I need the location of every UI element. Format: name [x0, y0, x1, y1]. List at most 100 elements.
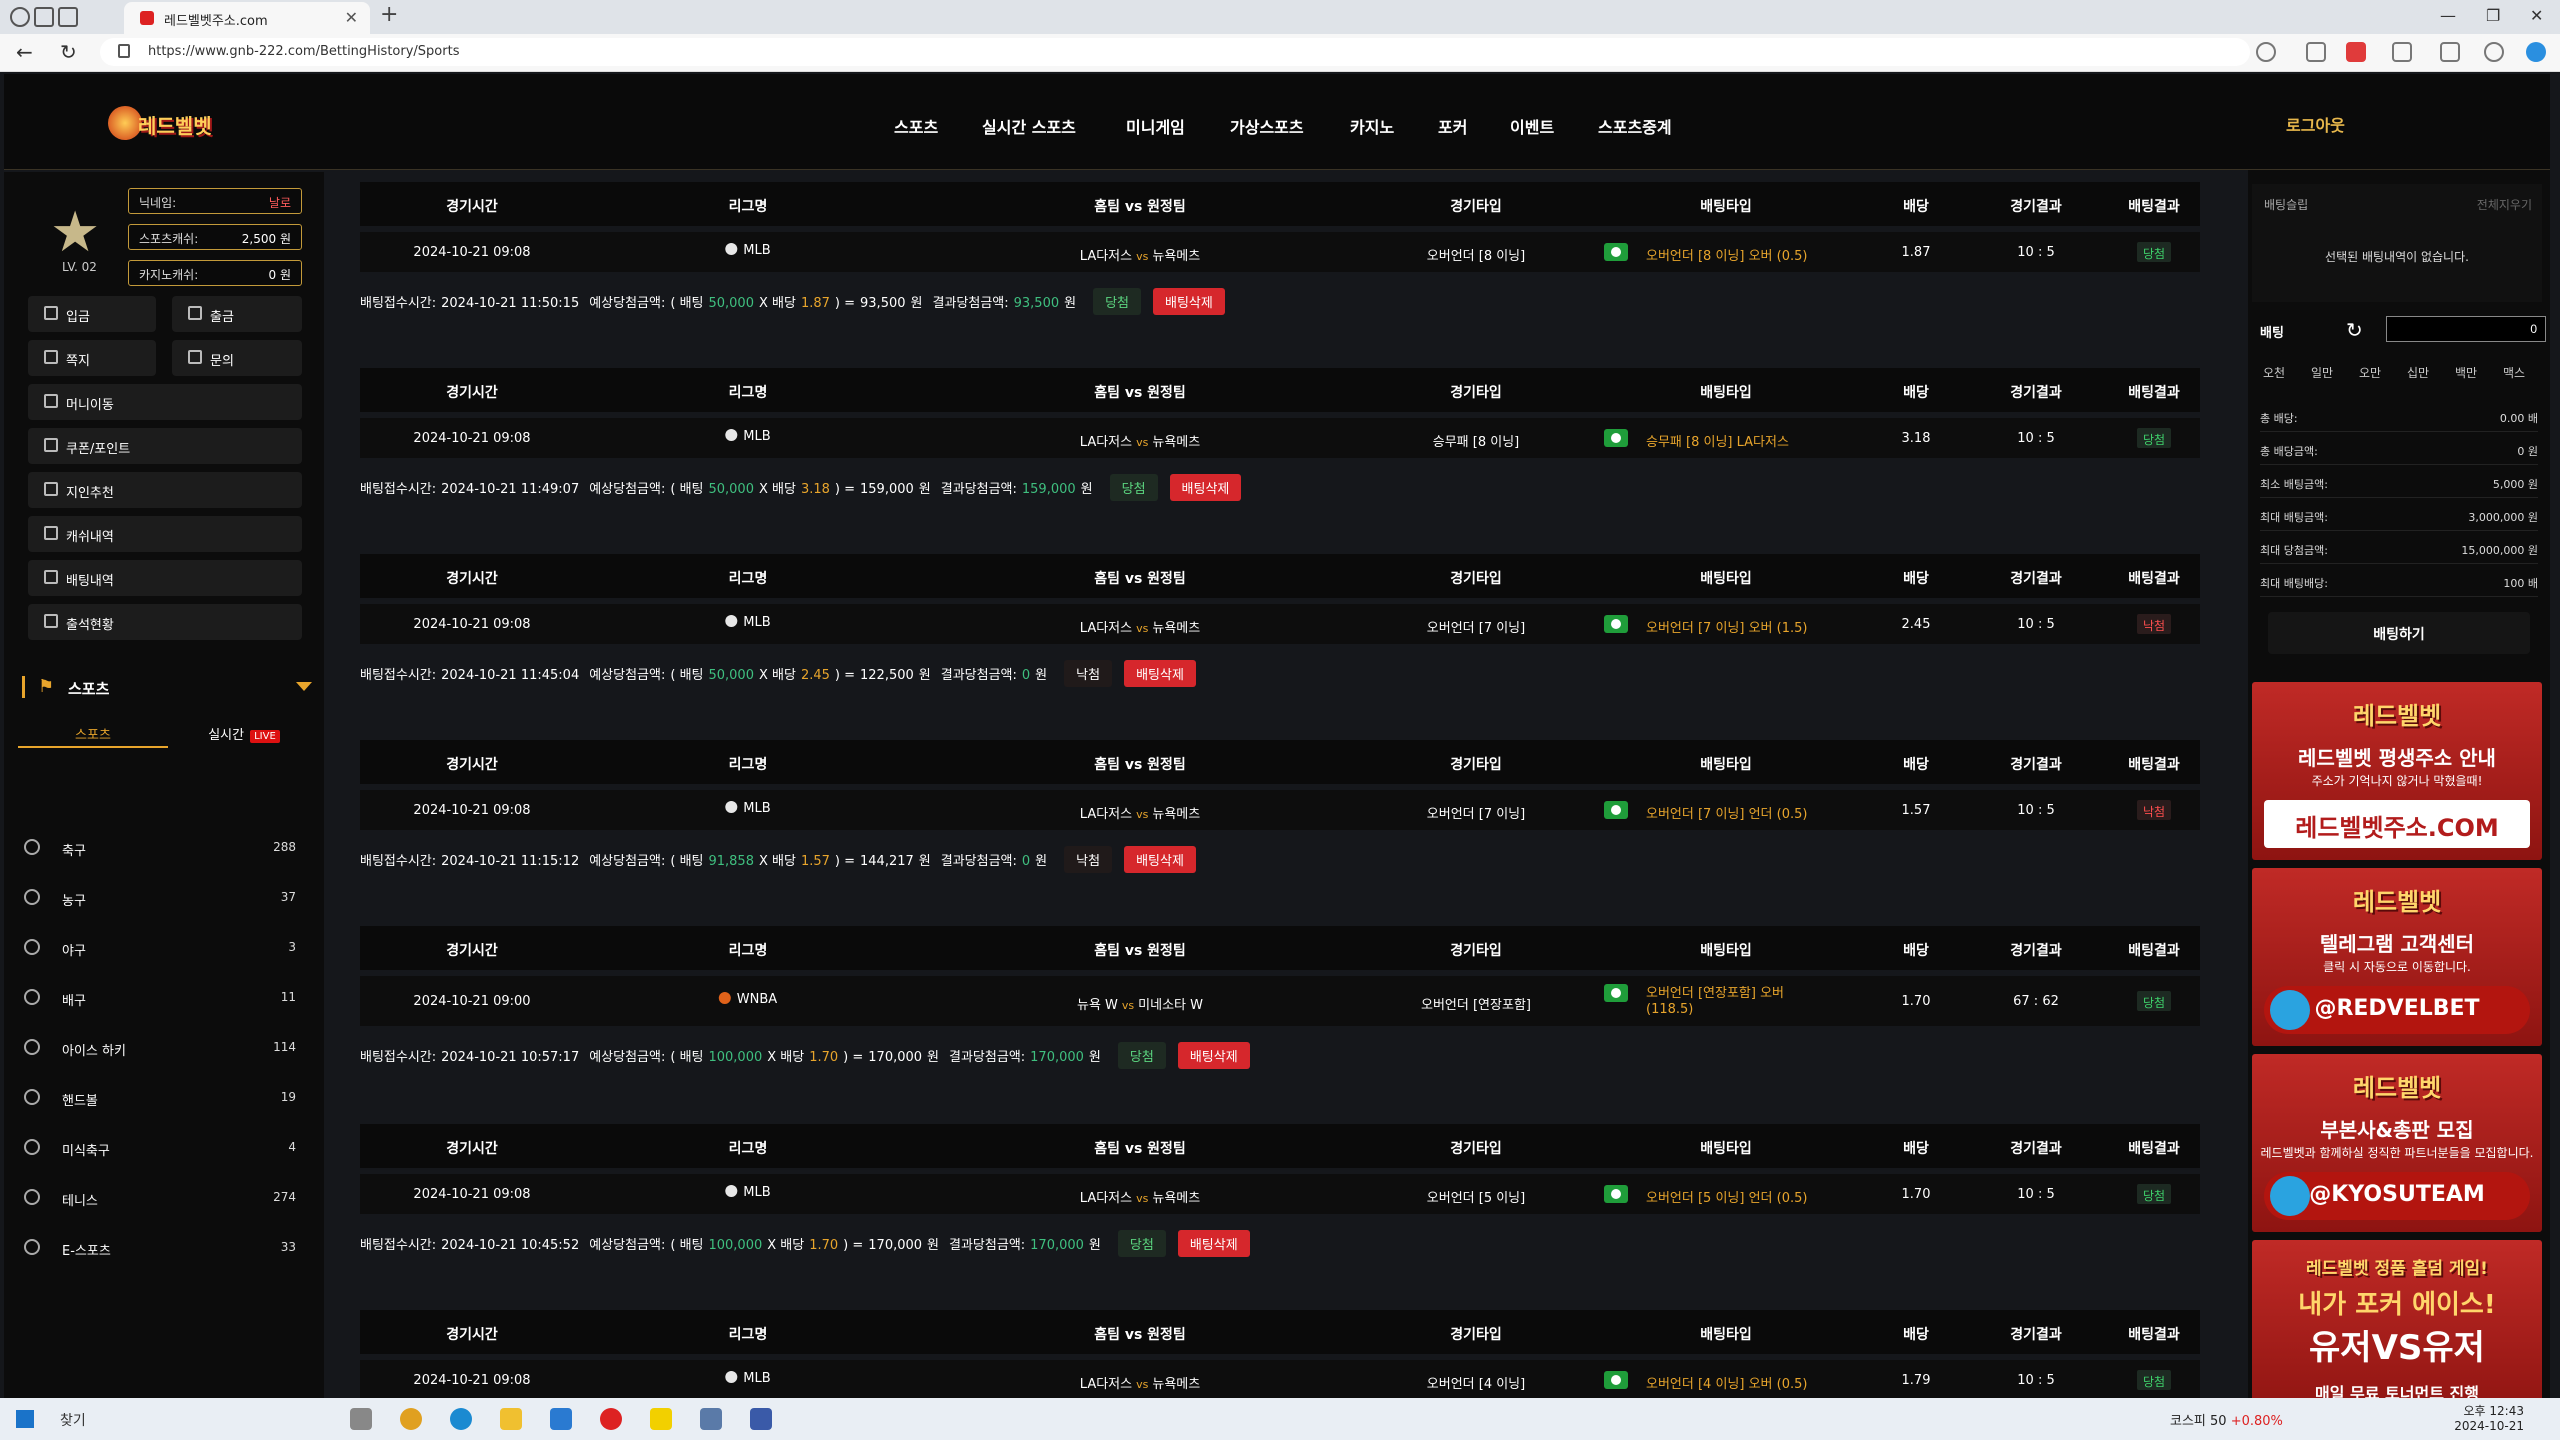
place-bet-button[interactable]: 배팅하기: [2268, 612, 2530, 654]
chevron-down-icon[interactable]: [296, 682, 312, 691]
workspaces-icon[interactable]: [34, 7, 54, 27]
url-field[interactable]: https://www.gnb-222.com/BettingHistory/S…: [100, 38, 2250, 66]
eye-icon[interactable]: [1604, 801, 1628, 819]
nav-event[interactable]: 이벤트: [1510, 114, 1554, 138]
kakaotalk-icon[interactable]: [650, 1408, 672, 1430]
amount-button-1m[interactable]: 백만: [2444, 364, 2488, 381]
taskbar-search[interactable]: 찾기: [60, 1410, 86, 1430]
referral-button[interactable]: 지인추천: [28, 472, 302, 508]
sport-item[interactable]: 미식축구 4: [18, 1128, 308, 1168]
cash-history-button[interactable]: 캐쉬내역: [28, 516, 302, 552]
promo-banner[interactable]: 레드벨벳 텔레그램 고객센터 클릭 시 자동으로 이동합니다. @REDVELBET: [2252, 868, 2542, 1046]
delete-bet-button[interactable]: 배팅삭제: [1153, 288, 1225, 315]
copilot-icon[interactable]: [2526, 42, 2546, 62]
close-window-icon[interactable]: ✕: [2530, 6, 2543, 25]
promo-banner[interactable]: 레드벨벳 레드벨벳 평생주소 안내 주소가 기억나지 않거나 막혔을때! 레드벨벳주소…: [2252, 682, 2542, 860]
reset-icon[interactable]: ↻: [2346, 318, 2363, 342]
back-icon[interactable]: ←: [16, 40, 33, 64]
amount-button-100k[interactable]: 십만: [2396, 364, 2440, 381]
sport-item[interactable]: 테니스 274: [18, 1178, 308, 1218]
message-button[interactable]: 쪽지: [28, 340, 156, 376]
coupon-button[interactable]: 쿠폰/포인트: [28, 428, 302, 464]
stock-widget[interactable]: 코스피 50 +0.80%: [2170, 1410, 2283, 1429]
more-icon[interactable]: [2484, 42, 2504, 62]
eye-icon[interactable]: [1604, 984, 1628, 1002]
extensions-icon[interactable]: [2392, 42, 2412, 62]
sport-icon: [24, 1239, 40, 1255]
refresh-icon[interactable]: ↻: [60, 40, 77, 64]
promo-banner[interactable]: 레드벨벳 부본사&총판 모집 레드벨벳과 함께하실 정직한 파트너분들을 모집합니다…: [2252, 1054, 2542, 1232]
new-tab-icon[interactable]: +: [380, 2, 398, 27]
delete-bet-button[interactable]: 배팅삭제: [1124, 846, 1196, 873]
eye-icon[interactable]: [1604, 1371, 1628, 1389]
clear-all-button[interactable]: 전체지우기: [2477, 196, 2532, 213]
calculator-icon[interactable]: [750, 1408, 772, 1430]
favorite-star-icon[interactable]: [2256, 42, 2276, 62]
amount-button-max[interactable]: 맥스: [2492, 364, 2536, 381]
delete-bet-button[interactable]: 배팅삭제: [1169, 474, 1242, 501]
promo-banner[interactable]: 레드벨벳 정품 홀덤 게임! 내가 포커 에이스! 유저VS유저 매일 무료 토너먼트…: [2252, 1240, 2542, 1398]
attendance-button[interactable]: 출석현황: [28, 604, 302, 640]
col-score: 경기결과: [2010, 757, 2062, 773]
amount-button-50k[interactable]: 오만: [2348, 364, 2392, 381]
tab-sports[interactable]: 스포츠: [18, 718, 168, 748]
nav-sports-broadcast[interactable]: 스포츠중계: [1598, 114, 1672, 138]
app-icon[interactable]: [700, 1408, 722, 1430]
sport-item[interactable]: 아이스 하키 114: [18, 1028, 308, 1068]
logout-button[interactable]: 로그아웃: [2286, 112, 2345, 136]
summary-result-badge: 당첨: [1117, 1042, 1166, 1069]
profile-icon[interactable]: [10, 7, 30, 27]
maximize-icon[interactable]: ❐: [2486, 6, 2500, 25]
withdraw-button[interactable]: 출금: [172, 296, 302, 332]
nav-live-sports[interactable]: 실시간 스포츠: [982, 114, 1076, 138]
amount-button-5k[interactable]: 오천: [2252, 364, 2296, 381]
browser-tab[interactable]: 레드벨벳주소.com ✕: [124, 2, 370, 34]
copilot-app-icon[interactable]: [400, 1408, 422, 1430]
nav-minigame[interactable]: 미니게임: [1126, 114, 1185, 138]
bet-history-button[interactable]: 배팅내역: [28, 560, 302, 596]
mail-icon[interactable]: [550, 1408, 572, 1430]
tab-actions-icon[interactable]: [58, 7, 78, 27]
col-game-type: 경기타입: [1450, 1141, 1502, 1157]
close-tab-icon[interactable]: ✕: [345, 8, 358, 27]
site-logo[interactable]: 레드벨벳: [108, 102, 218, 142]
amount-button-10k[interactable]: 일만: [2300, 364, 2344, 381]
table-header: 경기시간 리그명 홈팀 vs 원정팀 경기타입 배팅타입 배당 경기결과 배팅결과: [360, 740, 2200, 784]
eye-icon[interactable]: [1604, 243, 1628, 261]
nav-casino[interactable]: 카지노: [1350, 114, 1394, 138]
inquiry-button[interactable]: 문의: [172, 340, 302, 376]
sport-item[interactable]: 핸드볼 19: [18, 1078, 308, 1118]
windows-start-icon[interactable]: [16, 1410, 34, 1428]
task-view-icon[interactable]: [350, 1408, 372, 1430]
tab-live[interactable]: 실시간 LIVE: [174, 718, 314, 748]
favorites-icon[interactable]: [2440, 42, 2460, 62]
clock[interactable]: 오후 12:43 2024-10-21: [2434, 1402, 2524, 1433]
sport-item[interactable]: E-스포츠 33: [18, 1228, 308, 1268]
sport-item[interactable]: 야구 3: [18, 928, 308, 968]
away-team: 뉴욕메츠: [1152, 435, 1201, 450]
won-unit: 원: [918, 854, 931, 869]
nav-poker[interactable]: 포커: [1438, 114, 1467, 138]
eye-icon[interactable]: [1604, 615, 1628, 633]
deposit-button[interactable]: 입금: [28, 296, 156, 332]
minimize-icon[interactable]: —: [2440, 6, 2456, 25]
extension-icon[interactable]: [2346, 42, 2366, 62]
bet-amount-input[interactable]: [2386, 316, 2546, 342]
sport-item[interactable]: 농구 37: [18, 878, 308, 918]
edge-icon[interactable]: [450, 1408, 472, 1430]
sport-item[interactable]: 배구 11: [18, 978, 308, 1018]
opera-icon[interactable]: [600, 1408, 622, 1430]
eye-icon[interactable]: [1604, 1185, 1628, 1203]
vs-label: vs: [1136, 1378, 1149, 1391]
file-explorer-icon[interactable]: [500, 1408, 522, 1430]
money-move-button[interactable]: 머니이동: [28, 384, 302, 420]
sport-item[interactable]: 축구 288: [18, 828, 308, 868]
delete-bet-button[interactable]: 배팅삭제: [1177, 1042, 1250, 1069]
sports-menu-header[interactable]: ⚑ 스포츠: [22, 672, 312, 702]
eye-icon[interactable]: [1604, 429, 1628, 447]
nav-virtual-sports[interactable]: 가상스포츠: [1230, 114, 1304, 138]
nav-sports[interactable]: 스포츠: [894, 114, 938, 138]
read-aloud-icon[interactable]: [2306, 42, 2326, 62]
delete-bet-button[interactable]: 배팅삭제: [1124, 660, 1196, 687]
delete-bet-button[interactable]: 배팅삭제: [1177, 1230, 1250, 1257]
